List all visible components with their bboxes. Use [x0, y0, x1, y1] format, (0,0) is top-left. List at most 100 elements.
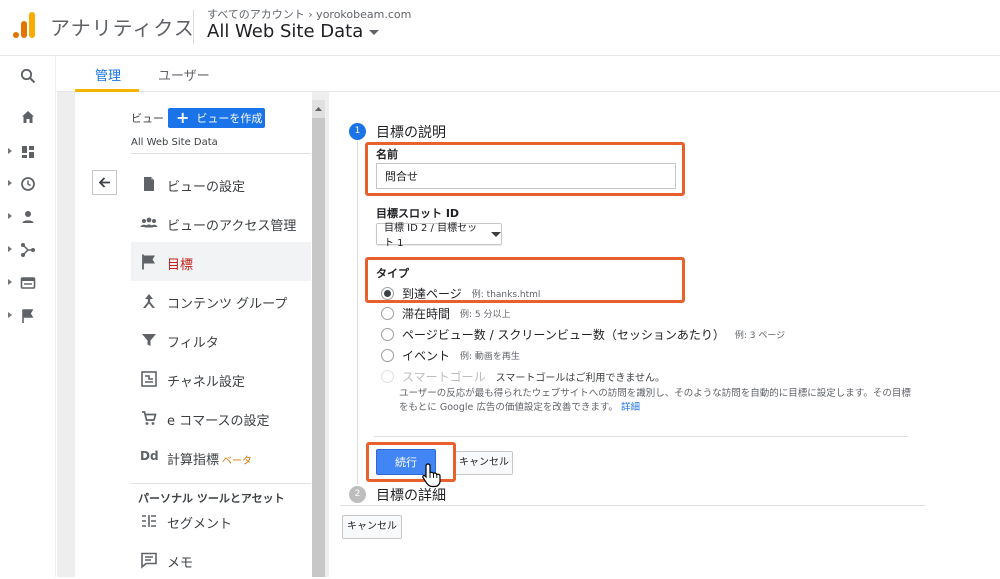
radio-example: 例: 3 ページ: [734, 330, 786, 341]
dashboard-icon: [22, 146, 34, 158]
goal-type-event[interactable]: イベント 例: 動画を再生: [381, 346, 520, 364]
rail-home[interactable]: [0, 102, 56, 132]
rail-conversions[interactable]: [0, 301, 56, 331]
analytics-logo[interactable]: [12, 10, 36, 40]
radio-label: スマートゴール: [402, 369, 486, 384]
menu-item-segments[interactable]: セグメント: [131, 501, 311, 540]
step-number-1: 1: [349, 123, 366, 140]
account-breadcrumb[interactable]: すべてのアカウント › yorokobeam.com: [207, 6, 411, 22]
menu-item-calculated-metrics[interactable]: Dd 計算指標 ベータ: [131, 437, 311, 476]
caret-right-icon: [8, 180, 12, 186]
menu-label: e コマースの設定: [167, 414, 270, 429]
radio-button-disabled: [381, 369, 394, 383]
menu-label: 計算指標 ベータ: [167, 449, 252, 468]
radio-example: 例: 5 分以上: [460, 309, 511, 320]
cancel-button[interactable]: キャンセル: [455, 451, 513, 475]
filter-icon: [142, 334, 156, 346]
menu-label: コンテンツ グループ: [167, 297, 288, 312]
scroll-up-arrow-icon[interactable]: [312, 102, 325, 116]
smart-goal-unavailable-note: スマートゴールはご利用できません。: [495, 372, 666, 384]
menu-label: ビューのアクセス管理: [167, 219, 297, 234]
memo-icon: [141, 552, 157, 569]
radio-button[interactable]: [381, 306, 394, 320]
caret-right-icon: [8, 148, 12, 154]
clock-icon: [21, 177, 35, 191]
document-icon: [144, 177, 154, 191]
person-icon: [22, 211, 34, 223]
smart-goal-description-text: ユーザーの反応が最も得られたウェブサイトへの訪問を識別し、そのような訪問を自動的…: [399, 388, 911, 413]
menu-item-view-settings[interactable]: ビューの設定: [131, 164, 311, 203]
create-view-label: ビューを作成: [196, 112, 263, 125]
rail-acquisition[interactable]: [0, 235, 56, 265]
property-selector[interactable]: All Web Site Data: [207, 21, 380, 42]
menu-label: チャネル設定: [167, 375, 245, 390]
caret-down-icon: [491, 231, 501, 237]
menu-label: セグメント: [167, 517, 233, 532]
create-view-button[interactable]: + ビューを作成: [168, 108, 265, 128]
home-icon: [22, 111, 34, 123]
menu-item-ecommerce-settings[interactable]: e コマースの設定: [131, 398, 311, 437]
behavior-icon: [20, 277, 36, 289]
rail-search[interactable]: [0, 61, 56, 91]
scrollbar-thumb[interactable]: [312, 118, 325, 577]
goal-type-duration[interactable]: 滞在時間 例: 5 分以上: [381, 304, 511, 322]
people-icon: [140, 217, 158, 228]
menu-label: 目標: [167, 258, 194, 273]
rail-audience[interactable]: [0, 202, 56, 232]
bottom-divider: [340, 505, 925, 506]
admin-tabs: 管理 ユーザー: [57, 56, 1000, 92]
header-divider: [193, 10, 194, 44]
content-group-icon: [143, 294, 155, 308]
caret-right-icon: [8, 312, 12, 318]
caret-right-icon: [8, 213, 12, 219]
radio-button[interactable]: [381, 348, 394, 362]
caret-right-icon: [8, 279, 12, 285]
menu-label-text: 計算指標: [167, 453, 220, 468]
menu-item-content-group[interactable]: コンテンツ グループ: [131, 281, 311, 320]
rail-behavior[interactable]: [0, 268, 56, 298]
beta-badge: ベータ: [222, 456, 253, 467]
left-rail: [0, 56, 56, 577]
highlight-type-field: [365, 257, 685, 303]
flag-icon: [22, 309, 34, 323]
search-icon: [20, 68, 36, 84]
goal-slot-value: 目標 ID 2 / 目標セット 1: [384, 223, 478, 249]
channel-icon: [141, 371, 157, 387]
segment-icon: [142, 515, 156, 527]
radio-label: ページビュー数 / スクリーンビュー数（セッションあたり）: [402, 327, 725, 342]
hand-cursor-icon: [422, 463, 441, 488]
radio-button[interactable]: [381, 327, 394, 341]
acquisition-icon: [21, 243, 35, 257]
rail-realtime[interactable]: [0, 169, 56, 199]
tab-admin[interactable]: 管理: [95, 65, 121, 84]
plus-icon: +: [176, 108, 190, 127]
step-title-goal-description: 目標の説明: [376, 125, 446, 141]
view-column-label: ビュー: [131, 112, 164, 125]
menu-item-filter[interactable]: フィルタ: [131, 320, 311, 359]
menu-item-annotations[interactable]: メモ: [131, 540, 311, 579]
dd-icon: Dd: [140, 449, 159, 463]
view-name[interactable]: All Web Site Data: [131, 137, 218, 148]
radio-example: 例: 動画を再生: [460, 351, 520, 362]
bottom-cancel-button[interactable]: キャンセル: [342, 515, 402, 539]
menu-item-view-access[interactable]: ビューのアクセス管理: [131, 203, 311, 242]
menu-item-goals[interactable]: 目標: [131, 242, 311, 281]
highlight-name-field: [365, 142, 685, 196]
radio-label: イベント: [402, 348, 451, 363]
caret-down-icon: [369, 29, 380, 35]
step-number-2: 2: [349, 486, 366, 503]
section-divider: [131, 483, 311, 484]
menu-item-channel-settings[interactable]: チャネル設定: [131, 359, 311, 398]
step-title-goal-details: 目標の詳細: [376, 488, 446, 504]
goal-slot-dropdown[interactable]: 目標 ID 2 / 目標セット 1: [376, 223, 502, 249]
radio-label: 滞在時間: [402, 306, 451, 321]
form-divider: [374, 436, 908, 437]
smart-goal-description: ユーザーの反応が最も得られたウェブサイトへの訪問を識別し、そのような訪問を自動的…: [399, 387, 919, 415]
goal-type-pages-per-session[interactable]: ページビュー数 / スクリーンビュー数（セッションあたり） 例: 3 ページ: [381, 325, 785, 343]
learn-more-link[interactable]: 詳細: [621, 402, 640, 413]
tab-user[interactable]: ユーザー: [158, 65, 210, 84]
menu-label: ビューの設定: [167, 180, 246, 195]
back-button[interactable]: [92, 170, 117, 195]
menu-label: メモ: [167, 556, 194, 571]
rail-customization[interactable]: [0, 137, 56, 167]
